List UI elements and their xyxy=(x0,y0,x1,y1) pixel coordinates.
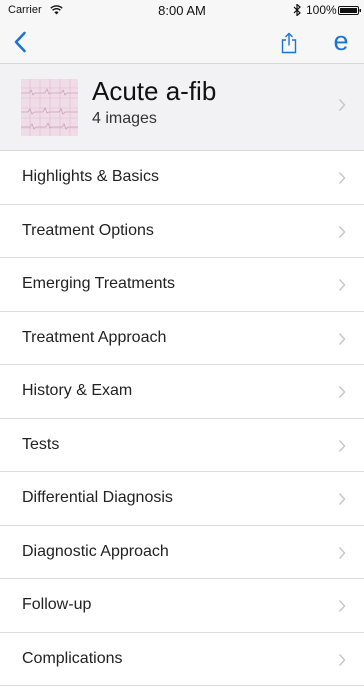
menu-item-label: Differential Diagnosis xyxy=(22,489,173,506)
menu-item-tests[interactable]: Tests xyxy=(0,418,364,472)
menu-item-complications[interactable]: Complications xyxy=(0,632,364,686)
menu-item-emerging-treatments[interactable]: Emerging Treatments xyxy=(0,258,364,312)
chevron-right-icon xyxy=(338,599,346,613)
menu-item-history-exam[interactable]: History & Exam xyxy=(0,365,364,419)
share-icon xyxy=(281,32,297,54)
battery-percentage: 100% xyxy=(306,3,337,17)
menu-item-label: Emerging Treatments xyxy=(22,275,175,292)
ecg-thumbnail xyxy=(21,79,78,136)
chevron-left-icon xyxy=(14,31,26,53)
chevron-right-icon xyxy=(338,385,346,399)
menu-item-label: Highlights & Basics xyxy=(22,168,159,185)
back-button[interactable] xyxy=(6,28,34,56)
chevron-right-icon xyxy=(338,332,346,345)
topic-header[interactable]: Acute a-fib 4 images xyxy=(0,64,364,151)
menu-item-label: Diagnostic Approach xyxy=(22,542,169,560)
section-menu: Highlights & Basics Treatment Options Em… xyxy=(0,151,364,686)
share-button[interactable] xyxy=(276,28,302,58)
menu-item-label: Complications xyxy=(22,649,123,667)
e-button[interactable]: e xyxy=(326,26,356,56)
menu-item-differential-diagnosis[interactable]: Differential Diagnosis xyxy=(0,472,364,526)
menu-item-label: Treatment Options xyxy=(22,221,154,239)
chevron-right-icon xyxy=(338,653,346,666)
menu-item-label: History & Exam xyxy=(22,382,133,399)
topic-title: Acute a-fib xyxy=(92,76,217,106)
battery-icon xyxy=(338,6,361,15)
status-bar: Carrier 8:00 AM 100% xyxy=(0,0,364,20)
menu-item-follow-up[interactable]: Follow-up xyxy=(0,579,364,633)
chevron-right-icon xyxy=(338,278,346,292)
bluetooth-icon xyxy=(293,4,301,16)
menu-item-highlights-basics[interactable]: Highlights & Basics xyxy=(0,151,364,205)
menu-item-label: Tests xyxy=(22,435,60,453)
chevron-right-icon xyxy=(338,546,346,559)
menu-item-diagnostic-approach[interactable]: Diagnostic Approach xyxy=(0,525,364,579)
menu-item-treatment-options[interactable]: Treatment Options xyxy=(0,204,364,258)
menu-item-treatment-approach[interactable]: Treatment Approach xyxy=(0,311,364,365)
chevron-right-icon xyxy=(338,225,346,238)
chevron-right-icon xyxy=(338,98,346,112)
menu-item-label: Follow-up xyxy=(22,596,92,613)
menu-item-label: Treatment Approach xyxy=(22,328,167,346)
image-count: 4 images xyxy=(92,110,157,127)
chevron-right-icon xyxy=(338,439,346,452)
chevron-right-icon xyxy=(338,171,346,185)
chevron-right-icon xyxy=(338,492,346,506)
navigation-bar: e xyxy=(0,20,364,64)
e-logo-label: e xyxy=(333,26,349,56)
